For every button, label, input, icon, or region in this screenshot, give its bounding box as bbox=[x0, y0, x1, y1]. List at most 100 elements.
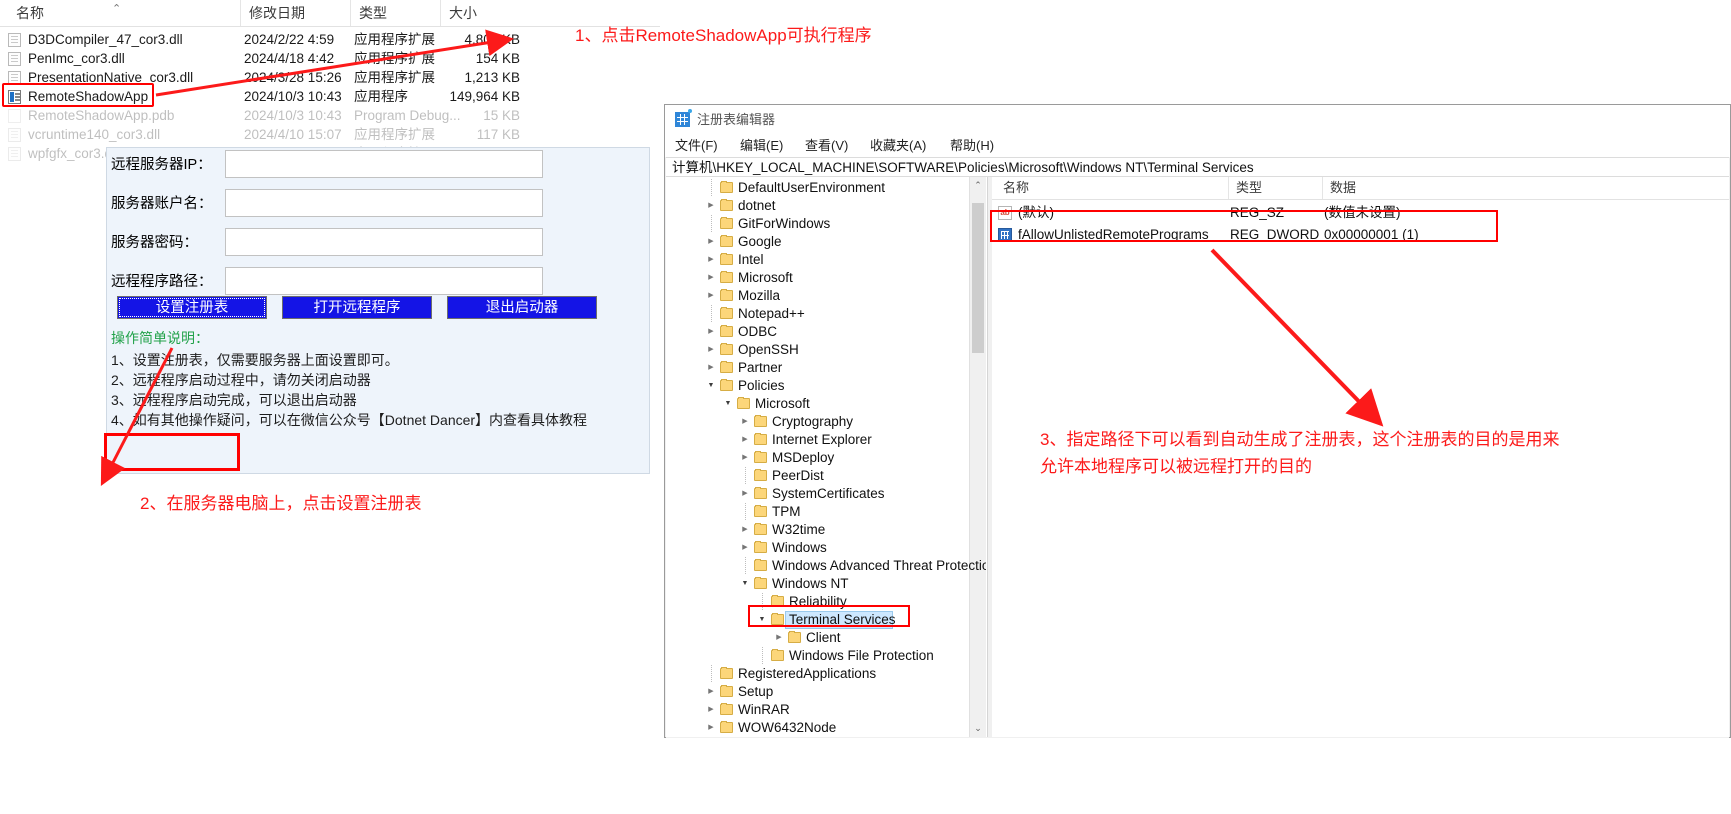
tree-node[interactable]: ▶Setup bbox=[666, 683, 986, 701]
chevron-right-icon[interactable]: ▶ bbox=[740, 435, 750, 445]
file-row[interactable]: D3DCompiler_47_cor3.dll2024/2/22 4:59应用程… bbox=[0, 30, 660, 49]
menu-item[interactable]: 帮助(H) bbox=[950, 135, 994, 157]
tree-node[interactable]: PeerDist bbox=[666, 467, 986, 485]
chevron-right-icon[interactable]: ▶ bbox=[740, 453, 750, 463]
terminal-services-highlight-box bbox=[748, 605, 910, 627]
column-header[interactable]: 大小 bbox=[440, 0, 520, 26]
file-date: 2024/10/3 10:43 bbox=[244, 87, 342, 106]
tree-node-label: PeerDist bbox=[772, 467, 824, 485]
tree-node[interactable]: ▼Windows NT bbox=[666, 575, 986, 593]
value-column-header[interactable]: 数据 bbox=[1322, 177, 1622, 199]
field-input[interactable] bbox=[225, 150, 543, 178]
chevron-right-icon[interactable]: ▶ bbox=[706, 237, 716, 247]
chevron-right-icon[interactable]: ▶ bbox=[706, 273, 716, 283]
registry-key-tree[interactable]: ⌃ ⌄ DefaultUserEnvironment▶dotnetGitForW… bbox=[666, 177, 986, 737]
chevron-right-icon[interactable]: ▶ bbox=[740, 417, 750, 427]
tree-node[interactable]: RegisteredApplications bbox=[666, 665, 986, 683]
tree-node[interactable]: GitForWindows bbox=[666, 215, 986, 233]
chevron-right-icon[interactable]: ▶ bbox=[706, 687, 716, 697]
menu-item[interactable]: 编辑(E) bbox=[740, 135, 783, 157]
tree-node[interactable]: ▶SystemCertificates bbox=[666, 485, 986, 503]
tree-node-label: WinRAR bbox=[738, 701, 790, 719]
chevron-right-icon[interactable]: ▶ bbox=[706, 255, 716, 265]
tree-node[interactable]: ▶OpenSSH bbox=[666, 341, 986, 359]
registry-address-bar[interactable]: 计算机\HKEY_LOCAL_MACHINE\SOFTWARE\Policies… bbox=[666, 157, 1729, 177]
tree-node[interactable]: ▶Partner bbox=[666, 359, 986, 377]
tree-node[interactable]: ▶Windows bbox=[666, 539, 986, 557]
tree-node-label: Intel bbox=[738, 251, 764, 269]
chevron-right-icon[interactable]: ▶ bbox=[706, 201, 716, 211]
chevron-right-icon[interactable]: ▶ bbox=[740, 525, 750, 535]
chevron-down-icon[interactable]: ▼ bbox=[706, 381, 716, 391]
tree-node-label: Client bbox=[806, 629, 841, 647]
tree-node[interactable]: ▶Google bbox=[666, 233, 986, 251]
chevron-right-icon[interactable]: ▶ bbox=[706, 327, 716, 337]
tree-node[interactable]: ▶MSDeploy bbox=[666, 449, 986, 467]
launcher-button[interactable]: 设置注册表 bbox=[117, 296, 267, 319]
chevron-right-icon[interactable]: ▶ bbox=[774, 633, 784, 643]
menu-item[interactable]: 文件(F) bbox=[675, 135, 718, 157]
folder-icon bbox=[720, 218, 733, 229]
value-column-header[interactable]: 名称 bbox=[996, 177, 1228, 199]
tree-node[interactable]: ▼ Policies bbox=[666, 377, 986, 395]
file-name: RemoteShadowApp.pdb bbox=[28, 106, 174, 125]
folder-icon bbox=[720, 308, 733, 319]
menu-item[interactable]: 收藏夹(A) bbox=[870, 135, 926, 157]
file-row[interactable]: vcruntime140_cor3.dll2024/4/10 15:07应用程序… bbox=[0, 125, 660, 144]
tree-node[interactable]: ▶ WinRAR bbox=[666, 701, 986, 719]
form-field-row: 远程程序路径： bbox=[107, 267, 647, 297]
launcher-button[interactable]: 退出启动器 bbox=[447, 296, 597, 319]
tree-node-label: Notepad++ bbox=[738, 305, 805, 323]
tree-node[interactable]: ▶Microsoft bbox=[666, 269, 986, 287]
folder-icon bbox=[720, 722, 733, 733]
column-header[interactable]: 类型 bbox=[350, 0, 440, 26]
chevron-right-icon[interactable]: ▶ bbox=[706, 291, 716, 301]
chevron-right-icon[interactable]: ▶ bbox=[706, 723, 716, 733]
file-date: 2024/3/28 15:26 bbox=[244, 68, 342, 87]
launcher-button[interactable]: 打开远程程序 bbox=[282, 296, 432, 319]
chevron-right-icon[interactable]: ▶ bbox=[706, 363, 716, 373]
column-header[interactable]: 名称 bbox=[8, 0, 244, 26]
tree-node[interactable]: TPM bbox=[666, 503, 986, 521]
tree-node[interactable]: Windows Advanced Threat Protectio bbox=[666, 557, 986, 575]
column-header[interactable]: 修改日期 bbox=[240, 0, 350, 26]
tree-node[interactable]: Notepad++ bbox=[666, 305, 986, 323]
chevron-right-icon[interactable]: ▶ bbox=[740, 543, 750, 553]
tree-node[interactable]: ▶Internet Explorer bbox=[666, 431, 986, 449]
registry-editor-statusbar bbox=[666, 737, 1729, 738]
file-row[interactable]: RemoteShadowApp.pdb2024/10/3 10:43Progra… bbox=[0, 106, 660, 125]
tree-node[interactable]: Windows File Protection bbox=[666, 647, 986, 665]
file-size: 1,213 KB bbox=[420, 68, 520, 87]
tree-node[interactable]: DefaultUserEnvironment bbox=[666, 179, 986, 197]
tree-node[interactable]: ▶WOW6432Node bbox=[666, 719, 986, 737]
tree-node[interactable]: ▶W32time bbox=[666, 521, 986, 539]
file-row[interactable]: PenImc_cor3.dll2024/4/18 4:42应用程序扩展154 K… bbox=[0, 49, 660, 68]
tree-node[interactable]: ▶Mozilla bbox=[666, 287, 986, 305]
tree-node[interactable]: ▶ Intel bbox=[666, 251, 986, 269]
field-input[interactable] bbox=[225, 189, 543, 217]
chevron-right-icon[interactable]: ▶ bbox=[706, 705, 716, 715]
chevron-down-icon[interactable]: ▼ bbox=[740, 579, 750, 589]
folder-icon bbox=[720, 290, 733, 301]
tree-node-label: Windows Advanced Threat Protectio bbox=[772, 557, 986, 575]
field-input[interactable] bbox=[225, 267, 543, 295]
tree-node[interactable]: ▶ Client bbox=[666, 629, 986, 647]
value-column-header[interactable]: 类型 bbox=[1228, 177, 1322, 199]
tree-node[interactable]: ▼Microsoft bbox=[666, 395, 986, 413]
field-input[interactable] bbox=[225, 228, 543, 256]
registry-editor-titlebar: 注册表编辑器 bbox=[665, 105, 1730, 135]
folder-icon bbox=[720, 272, 733, 283]
chevron-right-icon[interactable]: ▶ bbox=[740, 489, 750, 499]
form-field-row: 服务器账户名： bbox=[107, 189, 647, 219]
chevron-down-icon[interactable]: ▼ bbox=[723, 399, 733, 409]
menu-item[interactable]: 查看(V) bbox=[805, 135, 848, 157]
tree-node[interactable]: ▶Cryptography bbox=[666, 413, 986, 431]
chevron-right-icon[interactable]: ▶ bbox=[706, 345, 716, 355]
tree-node[interactable]: ▶ ODBC bbox=[666, 323, 986, 341]
tree-node[interactable]: ▶dotnet bbox=[666, 197, 986, 215]
registry-editor-menubar: 文件(F) 编辑(E) 查看(V) 收藏夹(A) 帮助(H) bbox=[665, 135, 1730, 157]
folder-icon bbox=[754, 416, 767, 427]
tree-node-label: ODBC bbox=[738, 323, 777, 341]
tree-node-label: Policies bbox=[738, 377, 785, 395]
file-size: 15 KB bbox=[420, 106, 520, 125]
